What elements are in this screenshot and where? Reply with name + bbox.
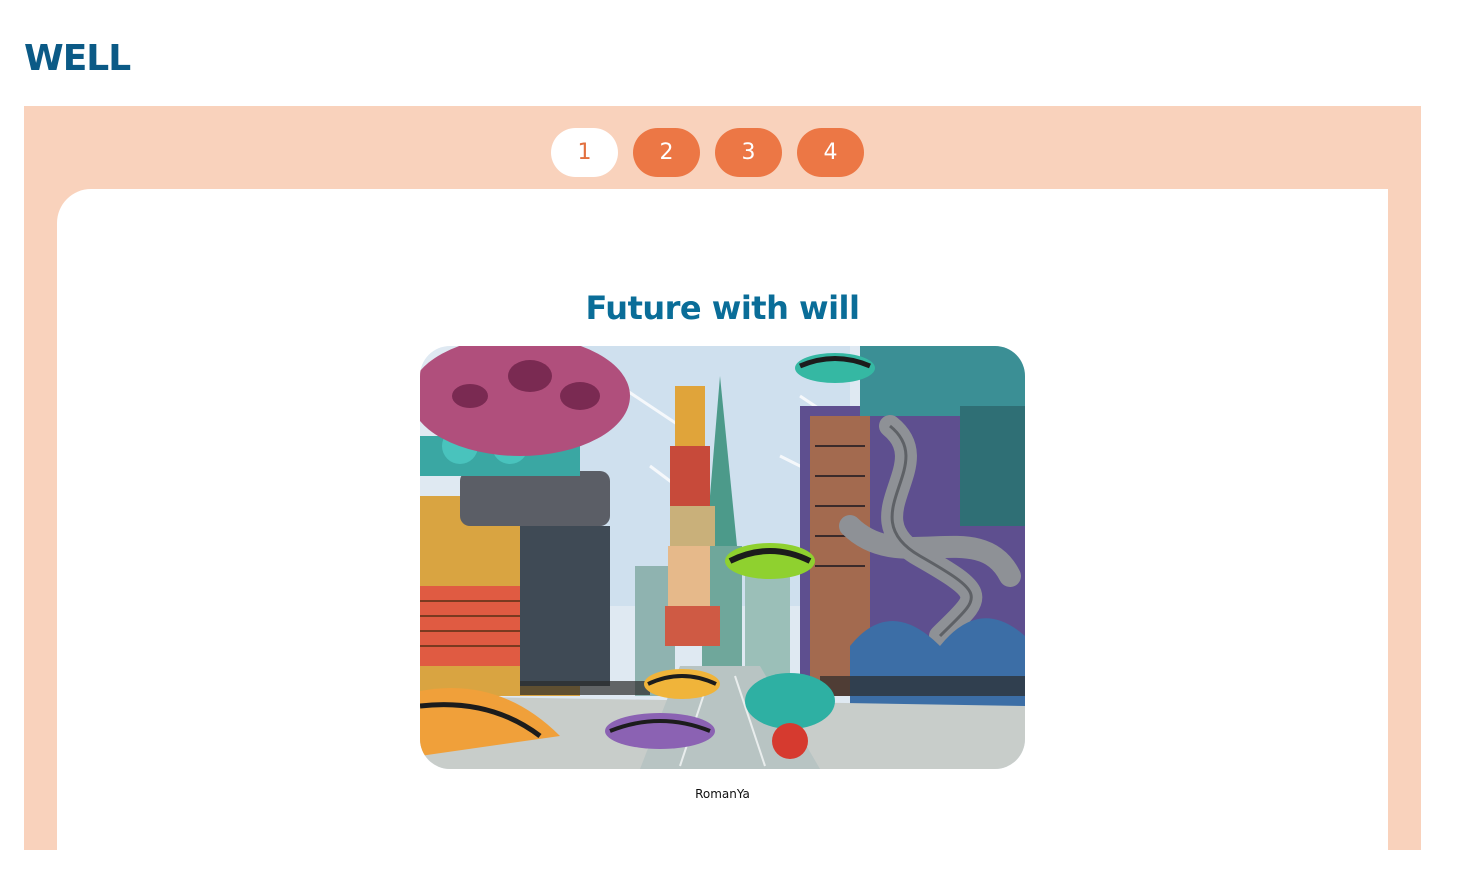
page-title: WELL — [24, 38, 131, 79]
page-button-4[interactable]: 4 — [797, 128, 864, 177]
page-button-1[interactable]: 1 — [551, 128, 618, 177]
page-button-2[interactable]: 2 — [633, 128, 700, 177]
slideshow-panel: 1 2 3 4 Future with will RomanYa — [24, 106, 1421, 869]
city-illustration — [420, 346, 1025, 769]
image-credit: RomanYa — [695, 787, 750, 801]
page-selector: 1 2 3 4 — [24, 128, 1421, 177]
slide-title: Future with will — [585, 289, 860, 327]
slide-card: Future with will RomanYa — [57, 189, 1388, 869]
page-button-3[interactable]: 3 — [715, 128, 782, 177]
